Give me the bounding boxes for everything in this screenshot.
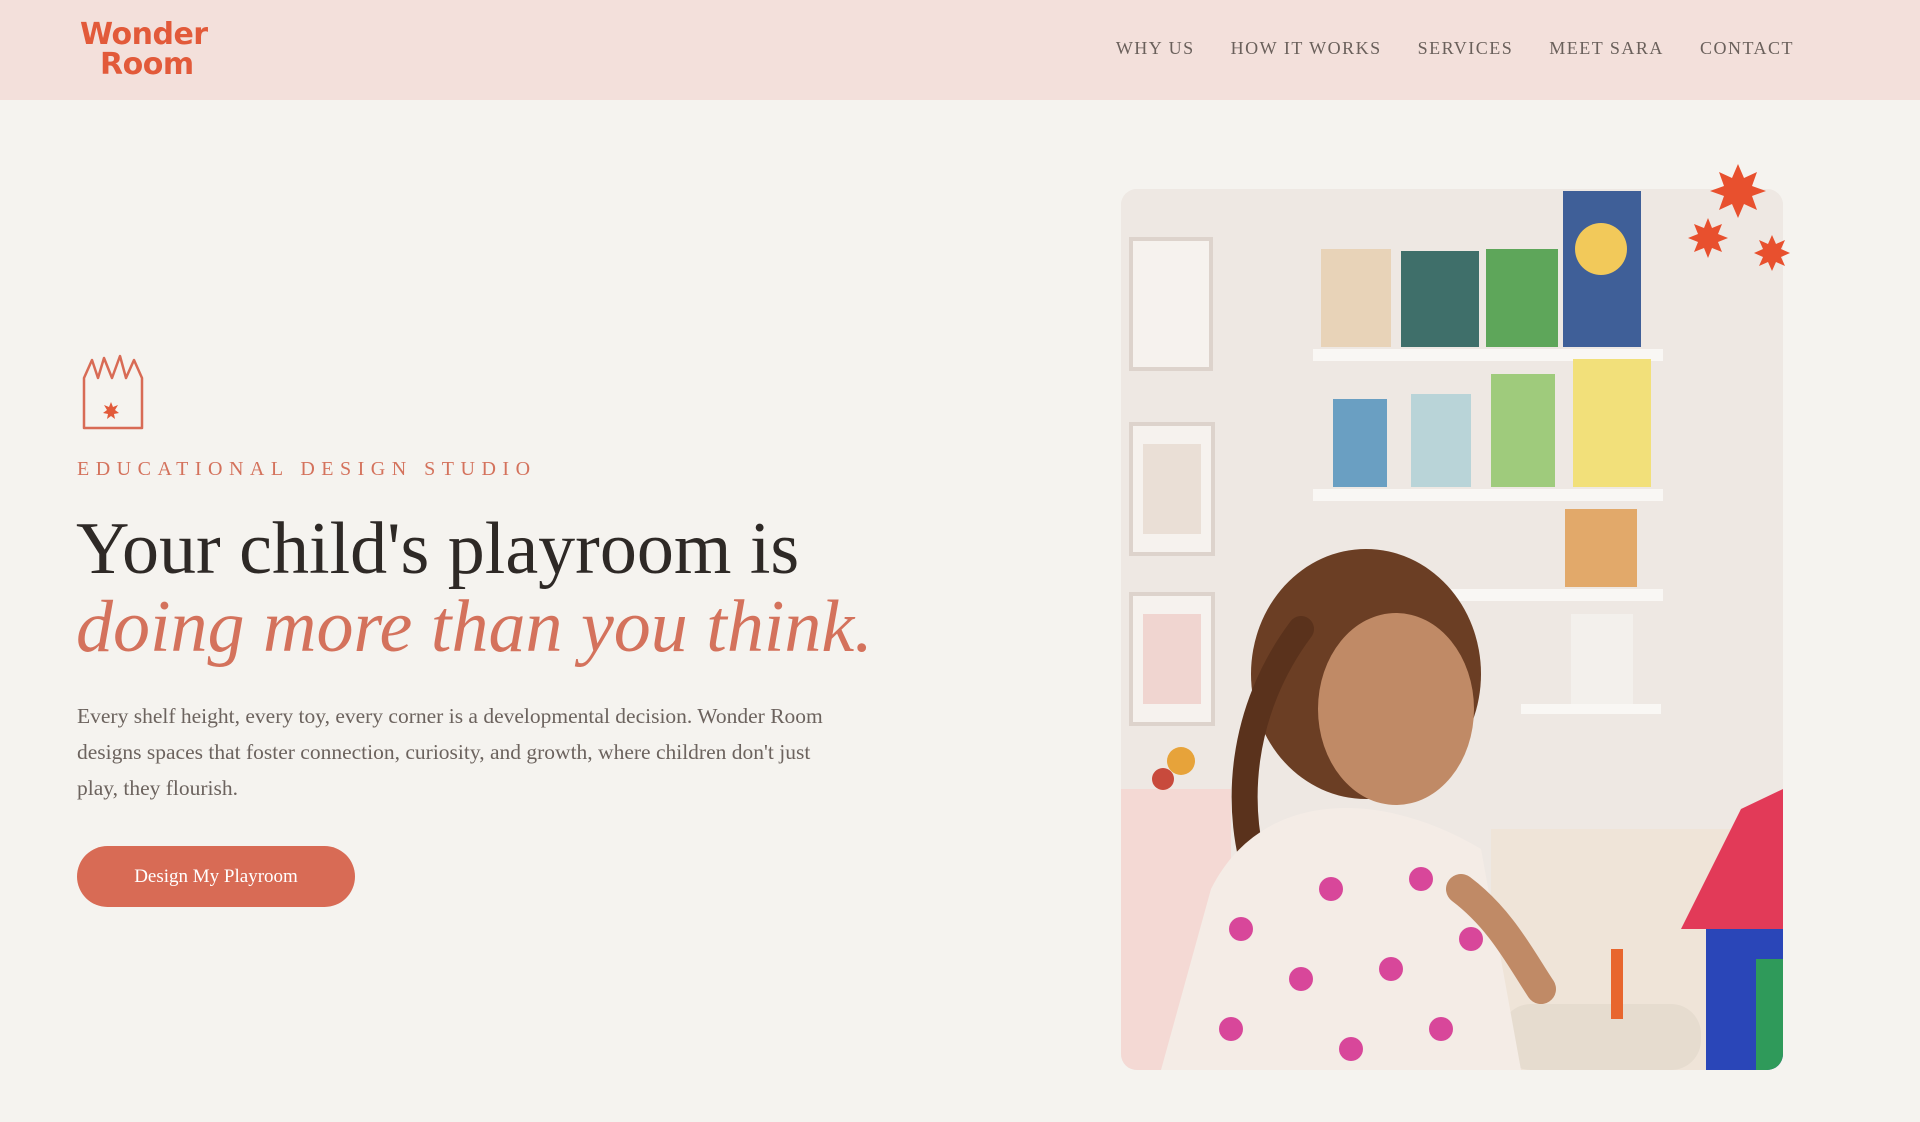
crown-icon: [82, 354, 144, 430]
headline-line-2: doing more than you think.: [76, 586, 873, 668]
logo-text-room: Room: [100, 47, 194, 82]
child-playroom-image: [1121, 189, 1783, 1070]
headline-line-1: Your child's playroom is: [76, 508, 800, 590]
logo-text-wonder: Wonder: [80, 17, 208, 52]
eyebrow-label: EDUCATIONAL DESIGN STUDIO: [77, 458, 537, 480]
nav-contact[interactable]: CONTACT: [1700, 38, 1794, 59]
hero-description: Every shelf height, every toy, every cor…: [77, 704, 823, 800]
main-nav: WHY US HOW IT WORKS SERVICES MEET SARA C…: [1116, 38, 1794, 59]
site-header: Wonder Room WHY US HOW IT WORKS SERVICES…: [0, 0, 1920, 100]
wonder-room-logo[interactable]: Wonder Room: [80, 17, 208, 82]
nav-how-it-works[interactable]: HOW IT WORKS: [1231, 38, 1382, 59]
nav-meet-sara[interactable]: MEET SARA: [1549, 38, 1664, 59]
decorative-stars-icon: [1688, 164, 1790, 271]
nav-services[interactable]: SERVICES: [1418, 38, 1514, 59]
nav-why-us[interactable]: WHY US: [1116, 38, 1195, 59]
design-my-playroom-button[interactable]: Design My Playroom: [77, 846, 355, 907]
hero-photo: [1121, 189, 1783, 1070]
hero-headline: Your child's playroom is doing more than…: [76, 510, 896, 666]
